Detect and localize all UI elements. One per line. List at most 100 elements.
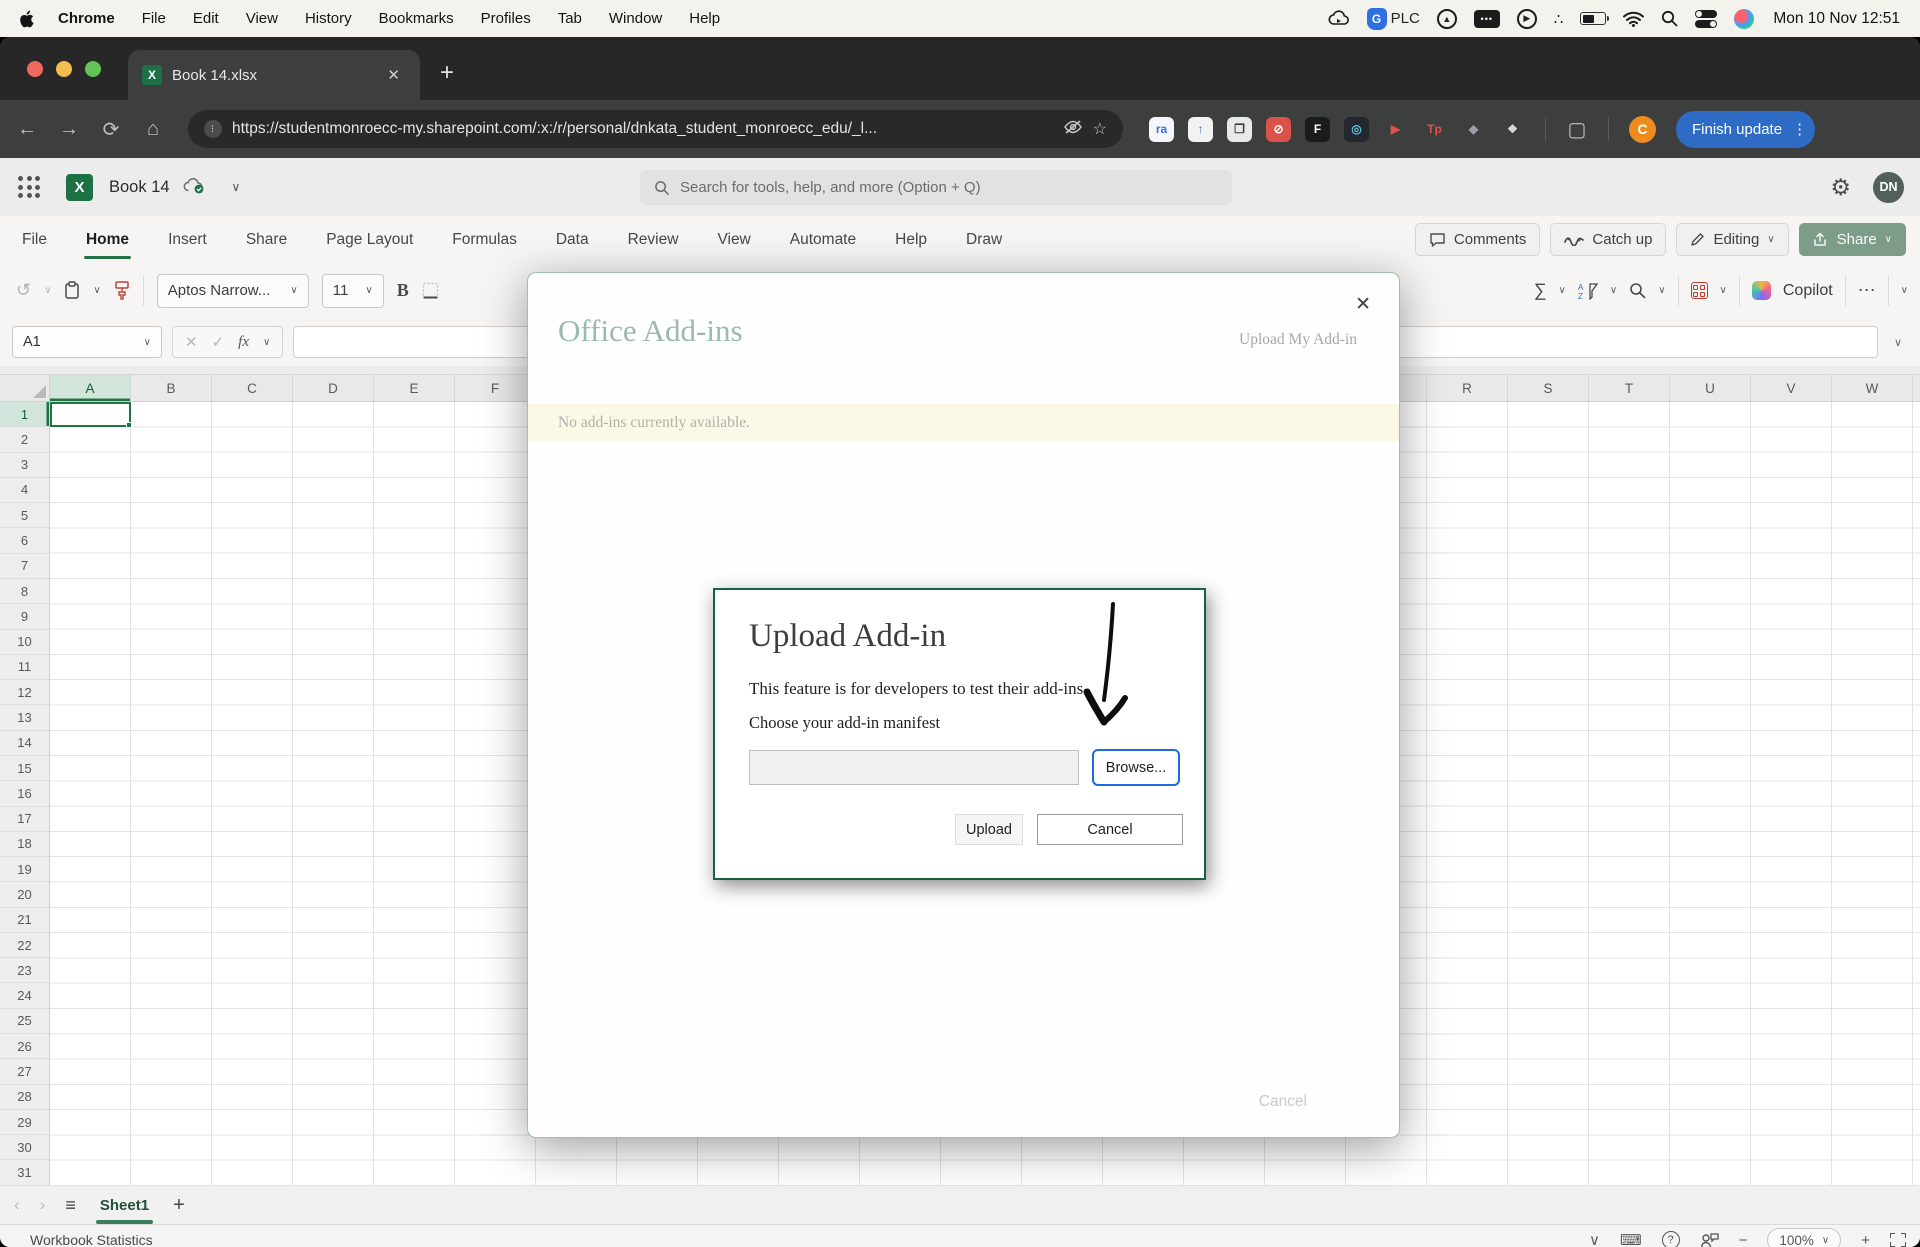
modal-cancel-button[interactable]: Cancel [1037, 814, 1183, 845]
menu-item-profiles[interactable]: Profiles [481, 10, 531, 27]
bold-button[interactable]: B [397, 280, 409, 301]
menu-item-file[interactable]: File [142, 10, 166, 27]
menu-item-view[interactable]: View [246, 10, 278, 27]
play-circle-icon[interactable]: ▶ [1517, 9, 1537, 29]
record-circle-icon[interactable]: ▲ [1437, 9, 1457, 29]
zoom-window-button[interactable] [85, 61, 101, 77]
editing-mode-button[interactable]: Editing ∨ [1676, 223, 1788, 256]
keyboard-icon[interactable]: ••• [1474, 8, 1500, 30]
row-header-23[interactable]: 23 [0, 958, 49, 983]
settings-gear-icon[interactable]: ⚙ [1830, 174, 1851, 201]
bookmark-star-icon[interactable]: ☆ [1093, 119, 1107, 139]
ribbon-tab-file[interactable]: File [20, 227, 49, 253]
row-header-17[interactable]: 17 [0, 807, 49, 832]
apple-menu-icon[interactable] [20, 10, 36, 28]
site-settings-icon[interactable]: ⁝ [204, 120, 222, 138]
menu-item-edit[interactable]: Edit [193, 10, 219, 27]
font-size-select[interactable]: 11∨ [322, 274, 384, 308]
zoom-out-icon[interactable]: − [1739, 1232, 1748, 1247]
ribbon-tab-formulas[interactable]: Formulas [450, 227, 519, 253]
cancel-entry-icon[interactable]: ✕ [185, 333, 198, 351]
column-header-e[interactable]: E [374, 375, 455, 401]
row-header-9[interactable]: 9 [0, 604, 49, 629]
status-chevron-icon[interactable]: ∨ [1589, 1231, 1600, 1247]
find-icon[interactable] [1629, 282, 1646, 299]
ribbon-tab-data[interactable]: Data [554, 227, 591, 253]
catch-up-button[interactable]: Catch up [1550, 223, 1666, 256]
row-header-24[interactable]: 24 [0, 983, 49, 1008]
account-avatar[interactable]: DN [1873, 172, 1904, 203]
extension-icon[interactable]: ❖ [1500, 117, 1525, 142]
autosum-icon[interactable]: ∑ [1534, 280, 1547, 301]
menu-item-history[interactable]: History [305, 10, 352, 27]
row-header-19[interactable]: 19 [0, 857, 49, 882]
row-header-26[interactable]: 26 [0, 1034, 49, 1059]
wifi-icon[interactable] [1623, 8, 1644, 30]
borders-icon[interactable] [422, 282, 439, 299]
row-header-20[interactable]: 20 [0, 882, 49, 907]
browser-menu-icon[interactable]: ⋮ [1792, 120, 1807, 138]
browser-tab[interactable]: X Book 14.xlsx ✕ [128, 50, 420, 100]
keyboard-settings-icon[interactable]: ⌨ [1620, 1231, 1642, 1247]
ribbon-tab-automate[interactable]: Automate [788, 227, 858, 253]
spotlight-icon[interactable] [1661, 8, 1678, 30]
extension-icon[interactable]: ⊘ [1266, 117, 1291, 142]
ribbon-tab-help[interactable]: Help [893, 227, 929, 253]
extension-icon[interactable]: ◎ [1344, 117, 1369, 142]
zoom-level-select[interactable]: 100%∨ [1767, 1228, 1841, 1247]
paste-icon[interactable] [64, 281, 80, 300]
search-bar[interactable]: Search for tools, help, and more (Option… [640, 170, 1232, 205]
ribbon-tab-share[interactable]: Share [244, 227, 289, 253]
zoom-in-icon[interactable]: + [1861, 1232, 1870, 1247]
more-options-icon[interactable]: ⋯ [1858, 280, 1876, 301]
row-header-8[interactable]: 8 [0, 579, 49, 604]
column-header-r[interactable]: R [1427, 375, 1508, 401]
extension-icon[interactable]: ↑ [1188, 117, 1213, 142]
siri-icon[interactable] [1734, 8, 1754, 30]
menu-item-bookmarks[interactable]: Bookmarks [379, 10, 454, 27]
upload-my-addin-link[interactable]: Upload My Add-in [1239, 331, 1357, 349]
column-header-s[interactable]: S [1508, 375, 1589, 401]
extension-icon[interactable]: ❐ [1227, 117, 1252, 142]
workbook-statistics[interactable]: Workbook Statistics [30, 1232, 153, 1247]
name-box[interactable]: A1∨ [12, 326, 162, 358]
guardio-shield-icon[interactable]: GPLC [1367, 8, 1420, 30]
forward-icon[interactable]: → [58, 118, 80, 141]
column-header-b[interactable]: B [131, 375, 212, 401]
row-header-29[interactable]: 29 [0, 1110, 49, 1135]
paste-chevron-icon[interactable]: ∨ [93, 285, 100, 296]
ribbon-tab-home[interactable]: Home [84, 227, 131, 253]
sheet-tab-sheet1[interactable]: Sheet1 [96, 1191, 153, 1220]
dialog-cancel-button[interactable]: Cancel [1259, 1093, 1307, 1111]
row-header-4[interactable]: 4 [0, 478, 49, 503]
row-header-25[interactable]: 25 [0, 1009, 49, 1034]
format-painter-icon[interactable] [114, 281, 130, 300]
sort-filter-icon[interactable]: AZ [1578, 282, 1598, 300]
row-header-15[interactable]: 15 [0, 756, 49, 781]
selected-cell-a1[interactable] [50, 402, 131, 427]
upload-button[interactable]: Upload [955, 814, 1023, 845]
minimize-window-button[interactable] [56, 61, 72, 77]
column-header-c[interactable]: C [212, 375, 293, 401]
share-button[interactable]: Share ∨ [1799, 223, 1906, 256]
column-header-t[interactable]: T [1589, 375, 1670, 401]
cell-styles-icon[interactable] [1691, 282, 1708, 299]
ribbon-tab-insert[interactable]: Insert [166, 227, 209, 253]
ribbon-tab-page-layout[interactable]: Page Layout [324, 227, 415, 253]
prev-sheet-icon[interactable]: ‹ [14, 1195, 20, 1215]
row-header-13[interactable]: 13 [0, 705, 49, 730]
row-header-7[interactable]: 7 [0, 554, 49, 579]
new-tab-button[interactable]: + [440, 61, 454, 85]
row-header-22[interactable]: 22 [0, 933, 49, 958]
menu-item-chrome[interactable]: Chrome [58, 10, 115, 27]
app-launcher-icon[interactable] [18, 176, 40, 198]
eye-slash-icon[interactable] [1063, 120, 1083, 139]
help-icon[interactable]: ? [1662, 1231, 1680, 1247]
row-header-12[interactable]: 12 [0, 680, 49, 705]
reload-icon[interactable]: ⟳ [100, 117, 122, 142]
insert-function-icon[interactable]: fx [238, 334, 249, 351]
column-header-f[interactable]: F [455, 375, 536, 401]
row-header-2[interactable]: 2 [0, 427, 49, 452]
undo-icon[interactable]: ↺ [16, 280, 31, 301]
font-name-select[interactable]: Aptos Narrow...∨ [157, 274, 309, 308]
